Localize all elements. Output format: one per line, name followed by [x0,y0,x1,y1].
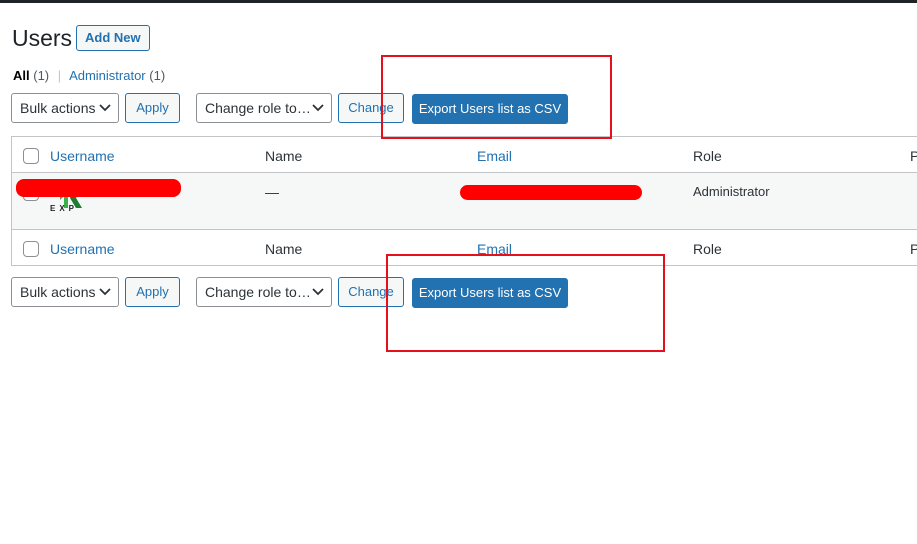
select-all-checkbox-footer[interactable] [23,241,39,257]
redacted-username [16,179,181,197]
annotation-box-bottom [386,254,665,352]
logo-text: EXP [50,204,79,213]
change-role-label: Change role to… [205,100,311,116]
select-all-checkbox[interactable] [23,148,39,164]
column-role-footer: Role [693,241,722,257]
filter-administrator-count: (1) [149,68,166,83]
bulk-actions-label: Bulk actions [20,284,96,300]
user-name: — [265,184,279,200]
column-name-footer: Name [265,241,303,257]
column-username-footer[interactable]: Username [50,241,115,257]
bulk-actions-select-bottom[interactable]: Bulk actions [11,277,119,307]
column-name: Name [265,148,303,164]
column-posts: P [910,148,917,164]
admin-top-bar [0,0,917,3]
chevron-down-icon [312,288,324,296]
column-email[interactable]: Email [477,148,512,164]
filter-administrator[interactable]: Administrator [69,68,146,83]
add-new-button[interactable]: Add New [76,25,150,51]
change-role-select-bottom[interactable]: Change role to… [196,277,332,307]
table-header-row: Username Name Email Role P [12,137,917,173]
change-role-label: Change role to… [205,284,311,300]
apply-button-top[interactable]: Apply [125,93,180,123]
filter-all-count: (1) [33,68,50,83]
filter-all[interactable]: All [13,68,30,83]
column-role: Role [693,148,722,164]
users-table: Username Name Email Role P — Administrat… [11,136,917,266]
change-role-select-top[interactable]: Change role to… [196,93,332,123]
column-username[interactable]: Username [50,148,115,164]
user-role: Administrator [693,184,770,199]
apply-button-bottom[interactable]: Apply [125,277,180,307]
chevron-down-icon [312,104,324,112]
redacted-email [460,185,642,200]
chevron-down-icon [99,288,111,296]
chevron-down-icon [99,104,111,112]
filter-separator: | [57,68,62,83]
column-posts-footer: P [910,241,917,257]
bulk-actions-label: Bulk actions [20,100,96,116]
bulk-actions-select-top[interactable]: Bulk actions [11,93,119,123]
user-role-filters: All (1) | Administrator (1) [13,68,165,83]
annotation-box-top [381,55,612,139]
page-title: Users [12,25,73,51]
